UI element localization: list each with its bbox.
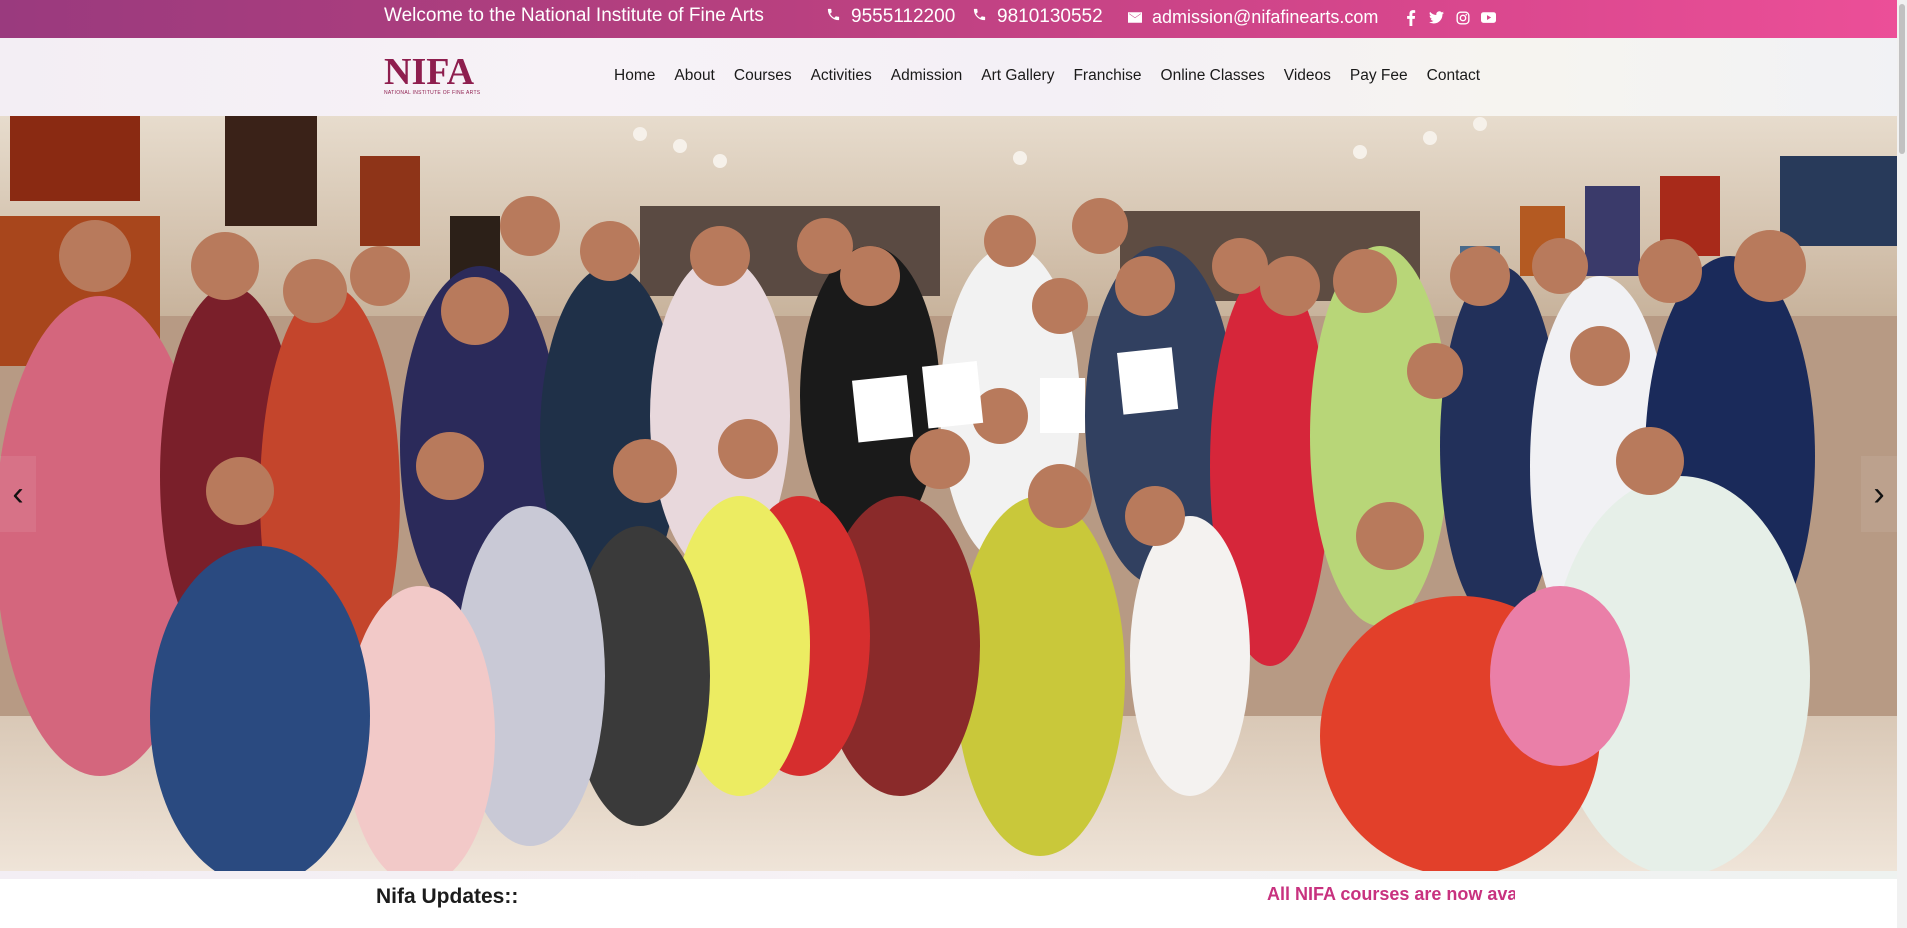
nav-item-admission[interactable]: Admission bbox=[891, 67, 963, 85]
nav-item-art-gallery[interactable]: Art Gallery bbox=[981, 67, 1054, 85]
phone-link-1[interactable]: 9555112200 bbox=[826, 6, 955, 28]
phone-number-1: 9555112200 bbox=[851, 6, 956, 27]
site-header: NIFA NATIONAL INSTITUTE OF FINE ARTS Hom… bbox=[0, 38, 1907, 116]
updates-divider bbox=[0, 871, 1897, 879]
updates-ticker-text[interactable]: All NIFA courses are now ava bbox=[1267, 884, 1515, 905]
updates-label: Nifa Updates:: bbox=[376, 885, 519, 908]
page-scrollbar[interactable] bbox=[1897, 0, 1907, 928]
nav-item-franchise[interactable]: Franchise bbox=[1073, 67, 1141, 85]
welcome-text: Welcome to the National Institute of Fin… bbox=[384, 5, 764, 26]
social-links bbox=[1402, 9, 1497, 26]
logo-wordmark: NIFA bbox=[384, 51, 475, 93]
mail-icon bbox=[1128, 7, 1142, 28]
phone-icon bbox=[972, 6, 987, 28]
youtube-icon[interactable] bbox=[1480, 9, 1497, 26]
twitter-icon[interactable] bbox=[1428, 9, 1445, 26]
chevron-left-icon: ‹ bbox=[12, 474, 24, 513]
instagram-icon[interactable] bbox=[1454, 9, 1471, 26]
email-link[interactable]: admission@nifafinearts.com bbox=[1128, 7, 1378, 28]
facebook-icon[interactable] bbox=[1402, 9, 1419, 26]
logo-subtitle: NATIONAL INSTITUTE OF FINE ARTS bbox=[384, 90, 481, 96]
email-address: admission@nifafinearts.com bbox=[1152, 7, 1379, 27]
slider-next-button[interactable]: › bbox=[1861, 456, 1897, 532]
slider-prev-button[interactable]: ‹ bbox=[0, 456, 36, 532]
scrollbar-thumb[interactable] bbox=[1899, 4, 1905, 154]
nav-item-online-classes[interactable]: Online Classes bbox=[1161, 67, 1265, 85]
site-logo[interactable]: NIFA NATIONAL INSTITUTE OF FINE ARTS bbox=[384, 52, 488, 98]
hero-group-photo bbox=[0, 116, 1897, 871]
phone-icon bbox=[826, 6, 841, 28]
nav-item-contact[interactable]: Contact bbox=[1427, 67, 1480, 85]
nav-item-about[interactable]: About bbox=[674, 67, 715, 85]
nav-item-videos[interactable]: Videos bbox=[1284, 67, 1331, 85]
phone-number-2: 9810130552 bbox=[997, 6, 1103, 27]
hero-slider: ‹ › bbox=[0, 116, 1897, 871]
updates-strip: Nifa Updates:: All NIFA courses are now … bbox=[0, 871, 1897, 928]
nav-item-pay-fee[interactable]: Pay Fee bbox=[1350, 67, 1408, 85]
updates-ticker-window: All NIFA courses are now ava bbox=[1267, 884, 1515, 912]
phone-link-2[interactable]: 9810130552 bbox=[972, 6, 1103, 28]
nav-item-courses[interactable]: Courses bbox=[734, 67, 792, 85]
chevron-right-icon: › bbox=[1873, 474, 1885, 513]
top-bar: Welcome to the National Institute of Fin… bbox=[0, 0, 1907, 38]
nav-item-home[interactable]: Home bbox=[614, 67, 655, 85]
main-nav: Home About Courses Activities Admission … bbox=[614, 67, 1480, 85]
nav-item-activities[interactable]: Activities bbox=[811, 67, 872, 85]
page: Welcome to the National Institute of Fin… bbox=[0, 0, 1907, 928]
